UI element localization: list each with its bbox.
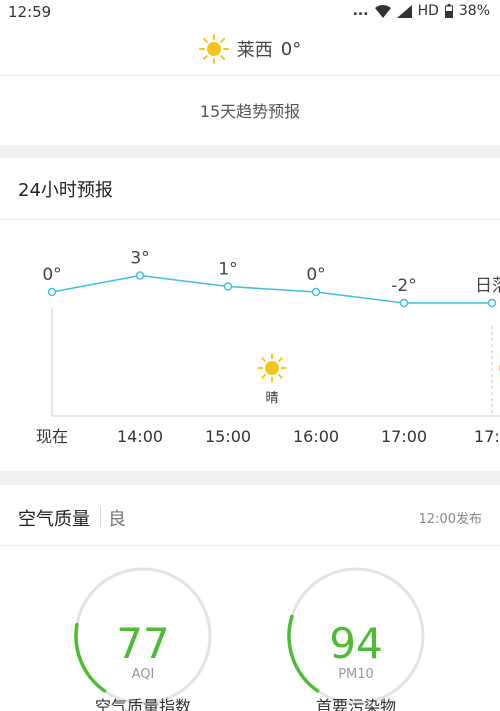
gauge-unit: PM10 <box>338 667 374 682</box>
section-gap <box>0 471 500 485</box>
battery-percent: 38% <box>458 3 490 19</box>
wifi-icon <box>374 4 391 18</box>
temperature-point <box>47 287 57 297</box>
more-dots-icon: ... <box>352 3 369 19</box>
sun-icon <box>257 353 287 383</box>
gauge-progress-arc <box>287 614 320 693</box>
temperature-label: 0° <box>42 265 61 285</box>
gauge-caption: 首要污染物 <box>316 697 396 711</box>
temperature-label: -2° <box>391 276 416 296</box>
temperature-point <box>399 298 409 308</box>
temperature-point <box>311 287 321 297</box>
temperature-label: 0° <box>306 265 325 285</box>
battery-icon <box>444 4 453 18</box>
sun-icon <box>198 34 229 64</box>
hour-label: 14:00 <box>117 427 163 446</box>
air-quality-level: 良 <box>108 509 126 530</box>
temperature-line <box>51 274 492 304</box>
trend-link-label: 15天趋势预报 <box>199 102 301 121</box>
gauge-value: 94 <box>329 619 382 668</box>
title-separator <box>100 507 101 527</box>
temperature-label: 3° <box>130 249 149 269</box>
city-name: 莱西 <box>236 40 273 61</box>
status-time: 12:59 <box>8 3 52 21</box>
weather-condition-label: 晴 <box>265 391 278 406</box>
location-header[interactable]: 莱西 0° <box>0 34 500 64</box>
fifteen-day-trend-link[interactable]: 15天趋势预报 <box>0 76 500 144</box>
gauge-value: 77 <box>116 619 169 668</box>
temperature-label: 日落 <box>475 276 500 296</box>
status-icons: ... HD 38% <box>353 3 490 19</box>
hour-label: 16:00 <box>293 427 339 446</box>
network-type-label: HD <box>417 3 439 19</box>
hour-label: 15:00 <box>205 427 251 446</box>
signal-icon <box>396 4 412 18</box>
air-quality-publish-time: 12:00发布 <box>418 512 482 527</box>
status-bar: 12:59 ... HD 38% <box>0 0 500 26</box>
temperature-point <box>135 271 145 280</box>
temperature-point <box>487 298 497 308</box>
temperature-point <box>223 282 233 291</box>
temperature-label: 1° <box>218 260 237 280</box>
current-temperature: 0° <box>280 38 302 60</box>
gauge-caption: 空气质量指数 <box>95 697 191 711</box>
hour-label: 17:00 <box>381 427 427 446</box>
hour-label: 现在 <box>36 427 68 446</box>
air-quality-title: 空气质量 <box>18 509 90 530</box>
hourly-forecast-title: 24小时预报 <box>18 180 113 201</box>
gauge-progress-arc <box>74 622 107 693</box>
hourly-forecast-chart[interactable]: 0° 现在 3° 14:00 1° 15:00 0° 16:00 -2° 17:00 日落 17:0 晴 <box>0 220 500 470</box>
gauge-unit: AQI <box>132 667 155 682</box>
section-gap <box>0 145 500 158</box>
hour-label: 17:0 <box>474 427 500 446</box>
air-quality-gauges[interactable]: 77AQI 空气质量指数 94PM10 首要污染物 <box>0 546 500 711</box>
